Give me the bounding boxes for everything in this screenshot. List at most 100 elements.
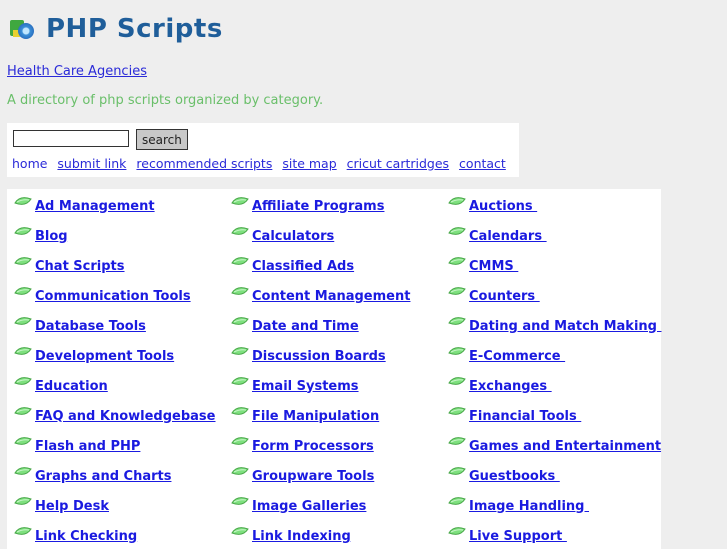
leaf-bullet-icon: [14, 317, 35, 334]
category-item: Chat Scripts: [14, 256, 125, 276]
category-item: Image Galleries: [231, 496, 366, 516]
category-item: Affiliate Programs: [231, 196, 384, 216]
leaf-bullet-icon: [448, 257, 469, 274]
category-item: Calculators: [231, 226, 334, 246]
category-link[interactable]: Live Support: [469, 529, 567, 544]
category-item: Discussion Boards: [231, 346, 386, 366]
leaf-bullet-icon: [448, 287, 469, 304]
category-link[interactable]: Email Systems: [252, 379, 359, 394]
category-item: File Manipulation: [231, 406, 379, 426]
nav-contact[interactable]: contact: [459, 156, 506, 171]
top-nav: home submit link recommended scripts sit…: [12, 156, 512, 171]
category-link[interactable]: Discussion Boards: [252, 349, 386, 364]
category-link[interactable]: Affiliate Programs: [252, 199, 384, 214]
category-link[interactable]: Ad Management: [35, 199, 155, 214]
category-link[interactable]: Content Management: [252, 289, 410, 304]
leaf-bullet-icon: [448, 497, 469, 514]
category-item: Blog: [14, 226, 68, 246]
leaf-bullet-icon: [448, 347, 469, 364]
page-title: PHP Scripts: [46, 14, 223, 44]
category-item: Live Support: [448, 526, 567, 546]
leaf-bullet-icon: [14, 287, 35, 304]
category-link[interactable]: Education: [35, 379, 108, 394]
leaf-bullet-icon: [448, 407, 469, 424]
leaf-bullet-icon: [448, 317, 469, 334]
category-link[interactable]: Dating and Match Making: [469, 319, 662, 334]
leaf-bullet-icon: [231, 197, 252, 214]
category-item: Financial Tools: [448, 406, 581, 426]
category-item: Auctions: [448, 196, 537, 216]
category-item: Graphs and Charts: [14, 466, 171, 486]
nav-home[interactable]: home: [12, 156, 47, 171]
category-link[interactable]: Help Desk: [35, 499, 109, 514]
search-button[interactable]: search: [136, 129, 188, 150]
category-link[interactable]: E-Commerce: [469, 349, 565, 364]
category-item: Content Management: [231, 286, 410, 306]
category-item: Database Tools: [14, 316, 146, 336]
category-link[interactable]: Groupware Tools: [252, 469, 374, 484]
category-link[interactable]: Games and Entertainment: [469, 439, 661, 454]
category-item: Email Systems: [231, 376, 359, 396]
health-care-agencies-link[interactable]: Health Care Agencies: [7, 64, 147, 79]
category-item: Exchanges: [448, 376, 552, 396]
category-item: Link Indexing: [231, 526, 351, 546]
category-link[interactable]: Chat Scripts: [35, 259, 125, 274]
category-link[interactable]: CMMS: [469, 259, 518, 274]
nav-submit-link[interactable]: submit link: [57, 156, 126, 171]
leaf-bullet-icon: [14, 407, 35, 424]
category-item: Dating and Match Making: [448, 316, 662, 336]
leaf-bullet-icon: [231, 377, 252, 394]
tagline: A directory of php scripts organized by …: [7, 93, 324, 108]
search-input[interactable]: [13, 130, 129, 147]
category-link[interactable]: Database Tools: [35, 319, 146, 334]
category-link[interactable]: Guestbooks: [469, 469, 560, 484]
category-item: Link Checking: [14, 526, 137, 546]
category-link[interactable]: Exchanges: [469, 379, 552, 394]
category-link[interactable]: Link Checking: [35, 529, 137, 544]
leaf-bullet-icon: [14, 227, 35, 244]
leaf-bullet-icon: [448, 227, 469, 244]
category-item: E-Commerce: [448, 346, 565, 366]
leaf-bullet-icon: [14, 377, 35, 394]
leaf-bullet-icon: [231, 257, 252, 274]
category-link[interactable]: Date and Time: [252, 319, 359, 334]
category-item: Classified Ads: [231, 256, 354, 276]
category-item: Calendars: [448, 226, 547, 246]
leaf-bullet-icon: [14, 347, 35, 364]
leaf-bullet-icon: [448, 437, 469, 454]
leaf-bullet-icon: [448, 197, 469, 214]
category-link[interactable]: Counters: [469, 289, 540, 304]
category-link[interactable]: Calendars: [469, 229, 547, 244]
category-item: Education: [14, 376, 108, 396]
category-link[interactable]: Calculators: [252, 229, 334, 244]
category-link[interactable]: Image Handling: [469, 499, 589, 514]
nav-site-map[interactable]: site map: [282, 156, 336, 171]
category-link[interactable]: File Manipulation: [252, 409, 379, 424]
category-item: Games and Entertainment: [448, 436, 661, 456]
category-link[interactable]: Image Galleries: [252, 499, 366, 514]
category-link[interactable]: Development Tools: [35, 349, 174, 364]
leaf-bullet-icon: [448, 377, 469, 394]
category-link[interactable]: Link Indexing: [252, 529, 351, 544]
category-item: Image Handling: [448, 496, 589, 516]
php-scripts-logo-icon: [8, 16, 38, 42]
category-link[interactable]: Flash and PHP: [35, 439, 140, 454]
category-link[interactable]: FAQ and Knowledgebase: [35, 409, 216, 424]
leaf-bullet-icon: [231, 497, 252, 514]
leaf-bullet-icon: [14, 437, 35, 454]
leaf-bullet-icon: [231, 287, 252, 304]
nav-cricut-cartridges[interactable]: cricut cartridges: [347, 156, 449, 171]
category-item: Help Desk: [14, 496, 109, 516]
category-link[interactable]: Blog: [35, 229, 68, 244]
category-item: Flash and PHP: [14, 436, 140, 456]
category-item: Form Processors: [231, 436, 374, 456]
leaf-bullet-icon: [231, 467, 252, 484]
category-link[interactable]: Communication Tools: [35, 289, 191, 304]
category-link[interactable]: Auctions: [469, 199, 537, 214]
category-link[interactable]: Graphs and Charts: [35, 469, 171, 484]
category-link[interactable]: Financial Tools: [469, 409, 581, 424]
category-link[interactable]: Classified Ads: [252, 259, 354, 274]
nav-recommended-scripts[interactable]: recommended scripts: [136, 156, 272, 171]
leaf-bullet-icon: [231, 317, 252, 334]
category-link[interactable]: Form Processors: [252, 439, 374, 454]
